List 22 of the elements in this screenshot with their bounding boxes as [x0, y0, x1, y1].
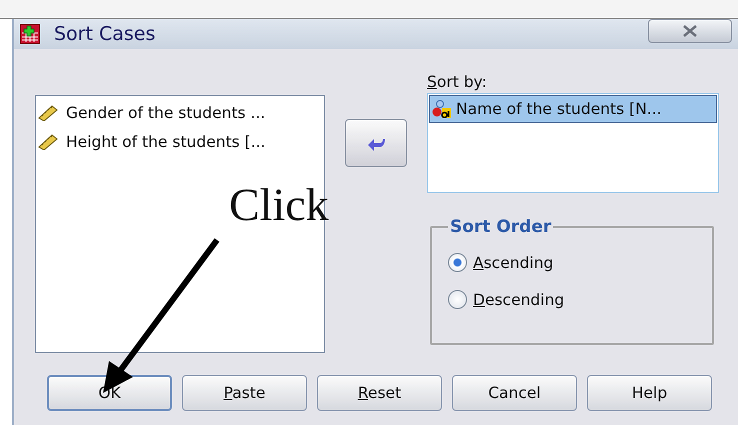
- dialog-button[interactable]: Paste: [182, 375, 307, 411]
- nominal-icon: [432, 100, 452, 118]
- ruler-icon: [38, 134, 58, 150]
- app-icon: [20, 24, 40, 44]
- sort-by-label: Sort by:: [427, 73, 488, 93]
- close-icon: [682, 25, 698, 37]
- window-title: Sort Cases: [54, 23, 156, 45]
- move-button[interactable]: [345, 119, 407, 167]
- radio-button[interactable]: [448, 290, 467, 309]
- close-button[interactable]: [648, 19, 732, 43]
- radio-button[interactable]: [448, 253, 467, 272]
- dialog-button[interactable]: Cancel: [452, 375, 577, 411]
- radio-label: Ascending: [473, 254, 554, 272]
- ruler-icon: [38, 104, 58, 120]
- radio-label: Descending: [473, 290, 564, 308]
- variable-item[interactable]: Gender of the students ...: [66, 104, 266, 122]
- variable-item[interactable]: Height of the students [...: [66, 132, 266, 150]
- sort-variable-item[interactable]: Name of the students [N...: [429, 95, 717, 123]
- annotation-text: Click: [229, 182, 329, 228]
- dialog-button[interactable]: Help: [587, 375, 712, 411]
- dialog-button[interactable]: Reset: [317, 375, 442, 411]
- group-title: Sort Order: [449, 217, 552, 237]
